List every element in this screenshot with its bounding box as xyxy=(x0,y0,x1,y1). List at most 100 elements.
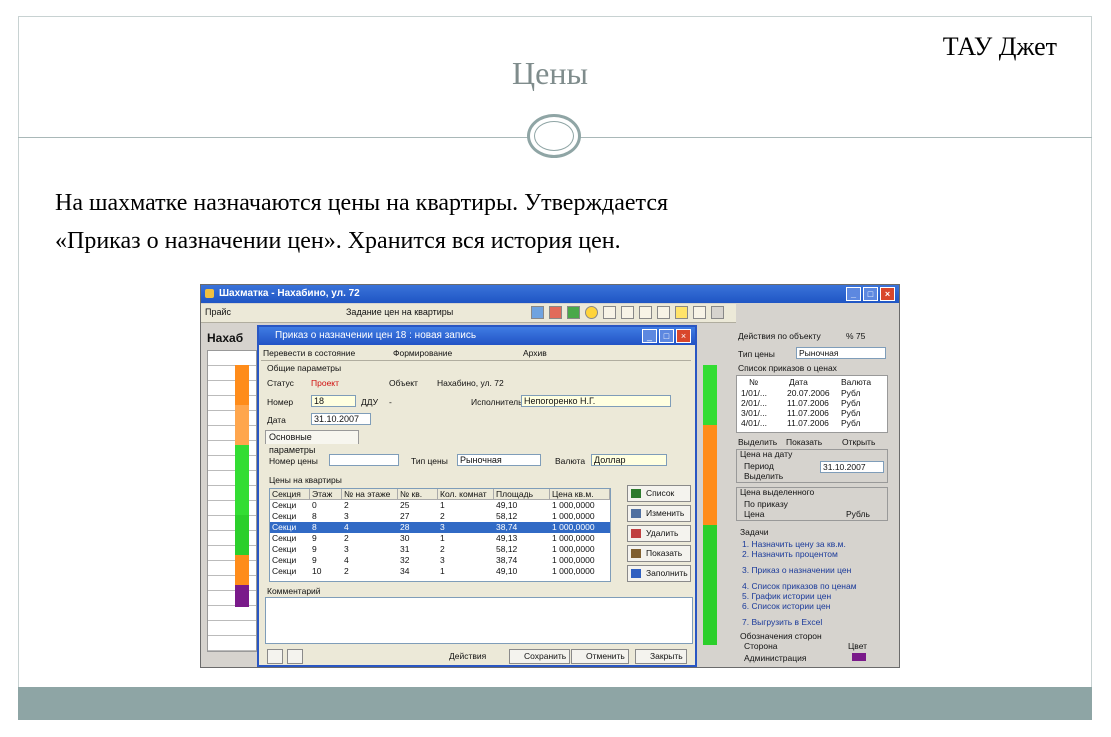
actions-label[interactable]: Действия xyxy=(449,651,486,661)
dialog-maximize-button[interactable]: □ xyxy=(659,329,674,343)
col-section[interactable]: Секция xyxy=(270,489,310,500)
menu-formation[interactable]: Формирование xyxy=(393,348,452,358)
price-number-field[interactable] xyxy=(329,454,399,466)
executor-field[interactable]: Непогоренко Н.Г. xyxy=(521,395,671,407)
order-select-link[interactable]: Выделить xyxy=(738,437,777,447)
save-icon-button[interactable] xyxy=(267,649,283,664)
col-apt-no[interactable]: № кв. xyxy=(398,489,438,500)
price-type-label: Тип цены xyxy=(411,456,448,466)
select-link[interactable]: Выделить xyxy=(744,471,783,481)
col-area[interactable]: Площадь xyxy=(494,489,550,500)
table-row[interactable]: Секци 9 4 32 3 38,74 1 000,0000 xyxy=(270,555,610,566)
close-dialog-button[interactable]: Закрыть xyxy=(635,649,687,664)
object-actions-link[interactable]: Действия по объекту xyxy=(738,331,821,341)
grid-icon[interactable] xyxy=(531,306,544,319)
order-cell[interactable]: Рубл xyxy=(841,398,860,408)
table-cell: 31 xyxy=(400,544,410,554)
order-cell[interactable]: Рубл xyxy=(841,418,860,428)
dialog-minimize-button[interactable]: _ xyxy=(642,329,657,343)
task-export-excel[interactable]: 7. Выгрузить в Excel xyxy=(742,617,822,627)
task-price-order[interactable]: 3. Приказ о назначении цен xyxy=(742,565,851,575)
selected-price-label: Цена выделенного xyxy=(740,487,815,497)
ddu-value: - xyxy=(389,397,392,407)
table-cell: 28 xyxy=(400,522,410,532)
save-button[interactable]: Сохранить xyxy=(509,649,571,664)
table-cell: 49,10 xyxy=(496,500,518,510)
price-order-dialog: Приказ о назначении цен 18 : новая запис… xyxy=(257,325,697,667)
task-order-list[interactable]: 4. Список приказов по ценам xyxy=(742,581,857,591)
delete-button[interactable]: Удалить xyxy=(627,525,691,542)
maximize-button[interactable]: □ xyxy=(863,287,878,301)
edit-button[interactable]: Изменить xyxy=(627,505,691,522)
price-menu[interactable]: Прайс xyxy=(205,307,231,317)
order-cell[interactable]: 11.07.2006 xyxy=(787,398,829,408)
number-field[interactable]: 18 xyxy=(311,395,356,407)
order-cell[interactable]: Рубл xyxy=(841,388,860,398)
arrow-icon[interactable] xyxy=(567,306,580,319)
col-price-sqm[interactable]: Цена кв.м. xyxy=(550,489,610,500)
table-cell: 3 xyxy=(344,544,349,554)
table-row[interactable]: Секци 8 4 28 3 38,74 1 000,0000 xyxy=(270,522,610,533)
rp-price-type-select[interactable]: Рыночная xyxy=(796,347,886,359)
col-rooms[interactable]: Кол. комнат xyxy=(438,489,494,500)
tool-icon[interactable] xyxy=(549,306,562,319)
minimize-button[interactable]: _ xyxy=(846,287,861,301)
date-field[interactable]: 31.10.2007 xyxy=(311,413,371,425)
table-row[interactable]: Секци 0 2 25 1 49,10 1 000,0000 xyxy=(270,500,610,511)
order-cell[interactable]: Рубл xyxy=(841,408,860,418)
fill-button[interactable]: Заполнить xyxy=(627,565,691,582)
order-cell[interactable]: 2/01/... xyxy=(741,398,767,408)
tree-icon[interactable] xyxy=(603,306,616,319)
copy-icon[interactable] xyxy=(657,306,670,319)
order-cell[interactable]: 20.07.2006 xyxy=(787,388,830,398)
dialog-close-button[interactable]: × xyxy=(676,329,691,343)
price-number-label: Номер цены xyxy=(269,456,318,466)
general-group-label: Общие параметры xyxy=(267,363,342,373)
table-icon[interactable] xyxy=(693,306,706,319)
table-row[interactable]: Секци 9 3 31 2 58,12 1 000,0000 xyxy=(270,544,610,555)
order-open-link[interactable]: Открыть xyxy=(842,437,875,447)
task-price-history[interactable]: 6. Список истории цен xyxy=(742,601,830,611)
price-type-select[interactable]: Рыночная xyxy=(457,454,541,466)
table-cell: 1 000,0000 xyxy=(552,500,595,510)
slide-title: Цены xyxy=(512,55,588,91)
table-row[interactable]: Секци 8 3 27 2 58,12 1 000,0000 xyxy=(270,511,610,522)
col-floor-no[interactable]: № на этаже xyxy=(342,489,398,500)
table-row[interactable]: Секци 9 2 30 1 49,13 1 000,0000 xyxy=(270,533,610,544)
show-button[interactable]: Показать xyxy=(627,545,691,562)
order-cell[interactable]: 3/01/... xyxy=(741,408,767,418)
table-cell: Секци xyxy=(272,555,297,565)
cancel-button[interactable]: Отменить xyxy=(571,649,629,664)
task-set-price[interactable]: 1. Назначить цену за кв.м. xyxy=(742,539,846,549)
print-icon[interactable] xyxy=(621,306,634,319)
menu-archive[interactable]: Архив xyxy=(523,348,547,358)
close-button[interactable]: × xyxy=(880,287,895,301)
highlight-icon[interactable] xyxy=(675,306,688,319)
order-cell[interactable]: 11.07.2006 xyxy=(787,418,829,428)
tab-main-params[interactable]: Основные параметры xyxy=(265,430,359,455)
app-screenshot: Шахматка - Нахабино, ул. 72 _ □ × Прайс … xyxy=(200,284,900,668)
document-icon[interactable] xyxy=(639,306,652,319)
table-cell: 27 xyxy=(400,511,410,521)
currency-field[interactable]: Доллар xyxy=(591,454,667,466)
col-floor[interactable]: Этаж xyxy=(310,489,342,500)
order-cell[interactable]: 11.07.2006 xyxy=(787,408,829,418)
menu-change-state[interactable]: Перевести в состояние xyxy=(263,348,355,358)
layout-icon[interactable] xyxy=(711,306,724,319)
order-cell[interactable]: 1/01/... xyxy=(741,388,767,398)
price-date-field[interactable]: 31.10.2007 xyxy=(820,461,884,473)
task-price-chart[interactable]: 5. График истории цен xyxy=(742,591,831,601)
table-row[interactable]: Секци 10 2 34 1 49,10 1 000,0000 xyxy=(270,566,610,577)
table-cell: 38,74 xyxy=(496,522,518,532)
order-show-link[interactable]: Показать xyxy=(786,437,822,447)
task-set-percent[interactable]: 2. Назначить процентом xyxy=(742,549,838,559)
list-button[interactable]: Список xyxy=(627,485,691,502)
comment-field[interactable] xyxy=(265,597,693,644)
price-on-date-label: Цена на дату xyxy=(740,449,793,459)
table-cell: 49,10 xyxy=(496,566,518,576)
menu-set-prices[interactable]: Задание цен на квартиры xyxy=(346,307,453,317)
smiley-icon[interactable] xyxy=(585,306,598,319)
rp-price-type-label: Тип цены xyxy=(738,349,775,359)
order-cell[interactable]: 4/01/... xyxy=(741,418,767,428)
document-icon-button[interactable] xyxy=(287,649,303,664)
